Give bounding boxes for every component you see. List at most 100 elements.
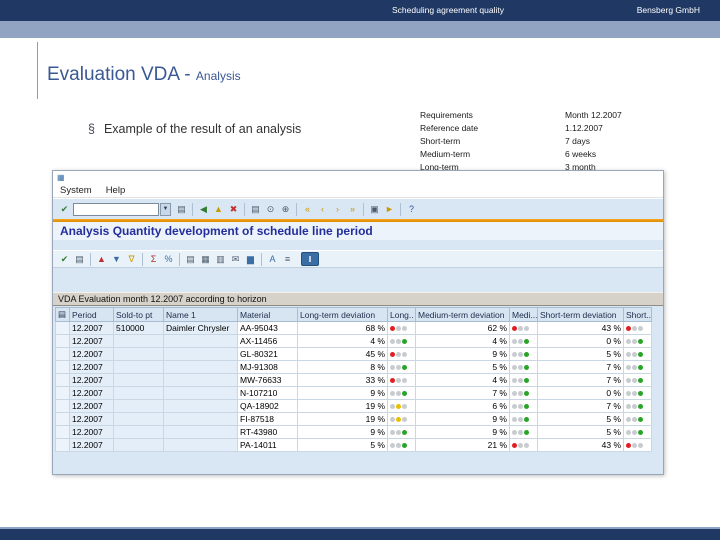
medium-term-deviation-cell[interactable]: 6 % [415,399,510,413]
long-term-status-cell[interactable] [387,360,416,374]
column-header-medium-term-deviation[interactable]: Medium-term deviation [415,307,510,322]
long-term-deviation-cell[interactable]: 8 % [297,360,388,374]
sap-window-icon[interactable]: ▦ [57,173,65,182]
material-cell[interactable]: AA-95043 [237,321,298,335]
column-header-medium-icon[interactable]: Medi... [509,307,538,322]
medium-term-status-cell[interactable] [509,334,538,348]
period-cell[interactable]: 12.2007 [69,334,114,348]
customer-name-cell[interactable] [163,360,238,374]
material-cell[interactable]: MJ-91308 [237,360,298,374]
short-term-status-cell[interactable] [623,438,652,452]
help-icon[interactable]: ? [404,202,419,217]
column-header-short-icon[interactable]: Short... [623,307,652,322]
row-selector-cell[interactable] [55,321,70,335]
command-field-dropdown-icon[interactable]: ▼ [160,202,171,216]
row-selector-cell[interactable] [55,438,70,452]
filter-icon[interactable]: ∇ [124,252,139,267]
short-term-deviation-cell[interactable]: 5 % [537,347,624,361]
subtotal-icon[interactable]: % [161,252,176,267]
long-term-status-cell[interactable] [387,347,416,361]
abc-analysis-icon[interactable]: A [265,252,280,267]
column-header-long-term-deviation[interactable]: Long-term deviation [297,307,388,322]
medium-term-deviation-cell[interactable]: 5 % [415,360,510,374]
table-row[interactable]: 12.2007 N-107210 9 % 7 % 0 % [55,386,652,400]
back-icon[interactable]: ◀ [196,202,211,217]
short-term-status-cell[interactable] [623,360,652,374]
long-term-status-cell[interactable] [387,438,416,452]
long-term-status-cell[interactable] [387,425,416,439]
medium-term-status-cell[interactable] [509,347,538,361]
short-term-status-cell[interactable] [623,425,652,439]
medium-term-deviation-cell[interactable]: 62 % [415,321,510,335]
column-header-period[interactable]: Period [69,307,114,322]
short-term-deviation-cell[interactable]: 7 % [537,399,624,413]
material-cell[interactable]: N-107210 [237,386,298,400]
short-term-status-cell[interactable] [623,412,652,426]
row-selector-cell[interactable] [55,386,70,400]
period-cell[interactable]: 12.2007 [69,321,114,335]
sold-to-cell[interactable]: 510000 [113,321,164,335]
customer-name-cell[interactable] [163,438,238,452]
row-selector-cell[interactable] [55,373,70,387]
row-selector-cell[interactable] [55,347,70,361]
save-icon[interactable]: ▤ [174,202,189,217]
next-page-icon[interactable]: › [330,202,345,217]
short-term-status-cell[interactable] [623,334,652,348]
short-term-status-cell[interactable] [623,386,652,400]
sort-ascending-icon[interactable]: ▲ [94,252,109,267]
medium-term-status-cell[interactable] [509,321,538,335]
long-term-deviation-cell[interactable]: 9 % [297,386,388,400]
short-term-status-cell[interactable] [623,321,652,335]
graphic-icon[interactable]: ▆ [243,252,258,267]
medium-term-status-cell[interactable] [509,425,538,439]
short-term-deviation-cell[interactable]: 0 % [537,386,624,400]
medium-term-deviation-cell[interactable]: 9 % [415,412,510,426]
pick-icon[interactable]: ✔ [57,252,72,267]
short-term-deviation-cell[interactable]: 43 % [537,438,624,452]
medium-term-deviation-cell[interactable]: 21 % [415,438,510,452]
menu-item-help[interactable]: Help [106,185,126,196]
export-icon[interactable]: ▦ [198,252,213,267]
corner-select-all-header[interactable]: ▤ [55,307,70,322]
find-next-icon[interactable]: ⊕ [278,202,293,217]
short-term-deviation-cell[interactable]: 5 % [537,412,624,426]
table-row[interactable]: 12.2007 QA-18902 19 % 6 % 7 % [55,399,652,413]
table-row[interactable]: 12.2007 MW-76633 33 % 4 % 7 % [55,373,652,387]
period-cell[interactable]: 12.2007 [69,412,114,426]
long-term-status-cell[interactable] [387,399,416,413]
medium-term-status-cell[interactable] [509,412,538,426]
long-term-deviation-cell[interactable]: 45 % [297,347,388,361]
material-cell[interactable]: RT-43980 [237,425,298,439]
medium-term-deviation-cell[interactable]: 7 % [415,386,510,400]
short-term-deviation-cell[interactable]: 7 % [537,373,624,387]
column-header-long-icon[interactable]: Long.. [387,307,416,322]
sold-to-cell[interactable] [113,360,164,374]
sort-descending-icon[interactable]: ▼ [109,252,124,267]
short-term-deviation-cell[interactable]: 7 % [537,360,624,374]
material-cell[interactable]: PA-14011 [237,438,298,452]
long-term-status-cell[interactable] [387,334,416,348]
menu-item-system[interactable]: System [60,185,92,196]
table-row[interactable]: 12.2007 FI-87518 19 % 9 % 5 % [55,412,652,426]
medium-term-status-cell[interactable] [509,399,538,413]
period-cell[interactable]: 12.2007 [69,360,114,374]
material-cell[interactable]: MW-76633 [237,373,298,387]
period-cell[interactable]: 12.2007 [69,399,114,413]
sold-to-cell[interactable] [113,373,164,387]
material-cell[interactable]: QA-18902 [237,399,298,413]
medium-term-deviation-cell[interactable]: 9 % [415,347,510,361]
sold-to-cell[interactable] [113,412,164,426]
print-icon[interactable]: ▤ [248,202,263,217]
long-term-status-cell[interactable] [387,412,416,426]
column-header-material[interactable]: Material [237,307,298,322]
last-page-icon[interactable]: » [345,202,360,217]
short-term-status-cell[interactable] [623,347,652,361]
customer-name-cell[interactable] [163,425,238,439]
column-header-name[interactable]: Name 1 [163,307,238,322]
customer-name-cell[interactable] [163,399,238,413]
medium-term-status-cell[interactable] [509,373,538,387]
medium-term-deviation-cell[interactable]: 4 % [415,334,510,348]
long-term-status-cell[interactable] [387,321,416,335]
long-term-status-cell[interactable] [387,386,416,400]
row-selector-cell[interactable] [55,399,70,413]
